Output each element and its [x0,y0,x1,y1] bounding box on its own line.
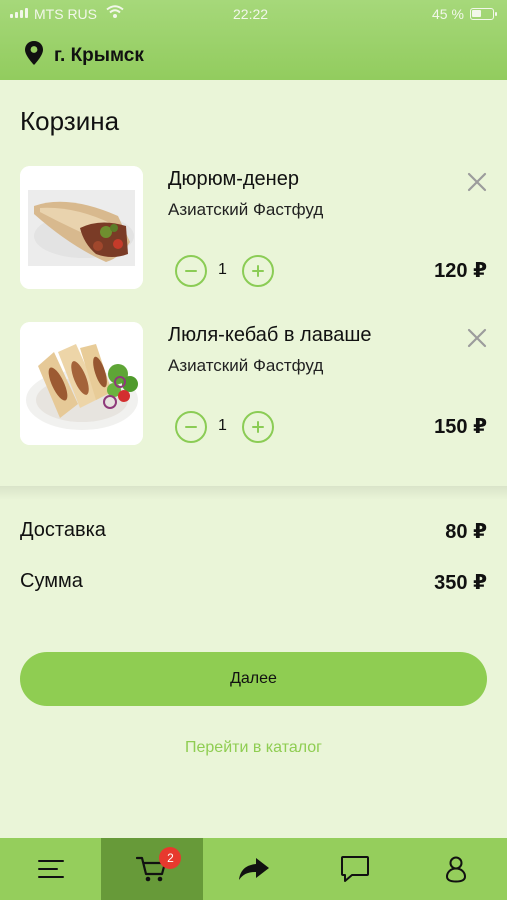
nav-cart[interactable]: 2 [101,838,203,900]
profile-icon [446,856,467,883]
map-pin-icon [24,40,44,71]
increase-quantity-button[interactable] [242,255,274,287]
battery-percent: 45 % [432,6,464,22]
quantity-value: 1 [218,261,227,278]
nav-menu[interactable] [0,838,101,900]
carrier-label: MTS RUS [34,6,97,22]
plus-icon [252,421,264,433]
nav-share[interactable] [203,838,304,900]
city-name: г. Крымск [54,44,144,66]
remove-item-button[interactable] [465,170,489,194]
close-icon [467,328,487,348]
sum-value: 350 ₽ [434,572,487,594]
item-shop: Азиатский Фастфуд [168,200,324,219]
delivery-value: 80 ₽ [445,521,487,543]
item-price: 120 ₽ [434,260,487,282]
minus-icon [185,270,197,272]
item-name: Люля-кебаб в лаваше [168,324,372,346]
nav-chat[interactable] [304,838,405,900]
close-icon [467,172,487,192]
chat-icon [340,856,369,882]
bottom-nav: 2 [0,838,507,900]
battery-icon [470,8,497,20]
durum-doner-image [20,166,143,289]
go-to-catalog-link[interactable]: Перейти в каталог [0,739,507,757]
sum-label: Сумма [20,570,83,592]
increase-quantity-button[interactable] [242,411,274,443]
wifi-icon [106,5,124,22]
decrease-quantity-button[interactable] [175,255,207,287]
divider [0,486,507,500]
item-name: Дюрюм-денер [168,168,299,190]
status-bar: MTS RUS 22:22 45 % [0,0,507,28]
location-selector[interactable]: г. Крымск [24,40,144,71]
delivery-row: Доставка 80 ₽ [20,519,487,543]
menu-icon [37,860,64,878]
decrease-quantity-button[interactable] [175,411,207,443]
quantity-value: 1 [218,417,227,434]
remove-item-button[interactable] [465,326,489,350]
item-shop: Азиатский Фастфуд [168,356,324,375]
plus-icon [252,265,264,277]
item-price: 150 ₽ [434,416,487,438]
nav-profile[interactable] [406,838,507,900]
share-icon [238,858,269,880]
signal-icon [10,8,28,18]
minus-icon [185,426,197,428]
cart-badge: 2 [159,847,182,869]
app-header: MTS RUS 22:22 45 % г. Крымск [0,0,507,80]
status-time: 22:22 [233,6,269,22]
cart-item: Дюрюм-денер Азиатский Фастфуд 1 120 ₽ [0,166,507,316]
delivery-label: Доставка [20,519,106,541]
sum-row: Сумма 350 ₽ [20,570,487,594]
cart-item: Люля-кебаб в лаваше Азиатский Фастфуд 1 … [0,322,507,472]
lula-kebab-image [20,322,143,445]
next-button[interactable]: Далее [20,652,487,706]
page-title: Корзина [20,106,120,136]
